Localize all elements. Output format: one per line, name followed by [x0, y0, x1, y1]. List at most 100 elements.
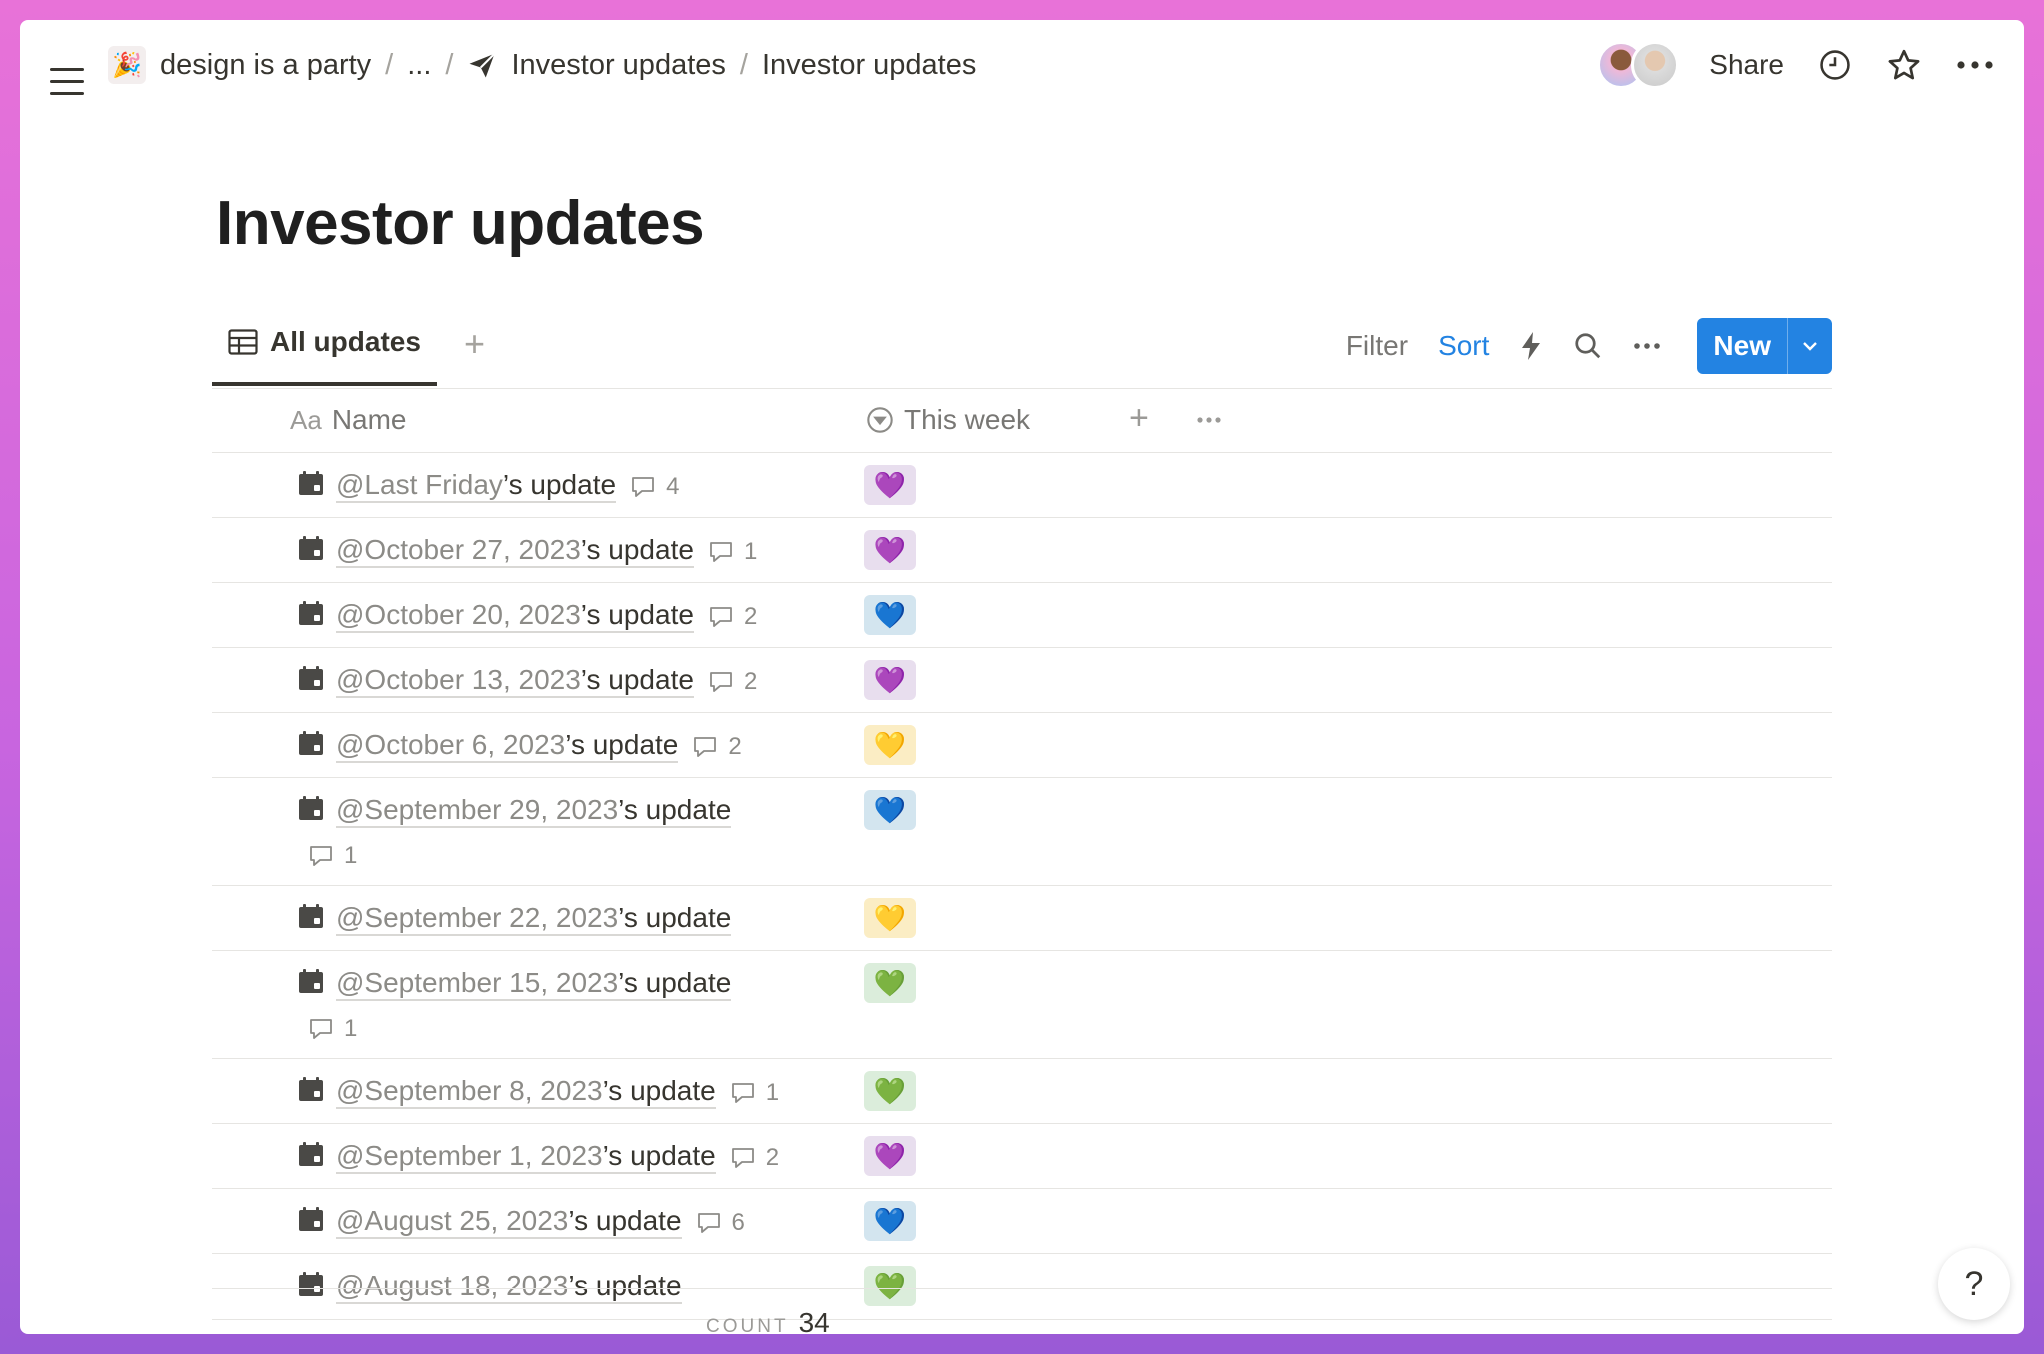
table-row[interactable]: @September 29, 2023’s update 1 💙 [212, 778, 1832, 886]
heart-emoji-tag: 💙 [864, 790, 916, 830]
help-button[interactable]: ? [1938, 1248, 2010, 1320]
comment-count[interactable]: 1 [308, 838, 858, 874]
more-horizontal-icon[interactable] [1196, 388, 1222, 452]
date-mention[interactable]: @September 22, 2023 [336, 902, 618, 933]
breadcrumb-parent-page[interactable]: Investor updates [511, 49, 725, 82]
add-view-icon[interactable]: + [464, 324, 485, 364]
row-title[interactable]: @September 22, 2023’s update [336, 902, 732, 936]
more-horizontal-icon[interactable] [1956, 60, 1994, 70]
title-suffix: ’s update [602, 1075, 716, 1106]
date-mention[interactable]: @Last Friday [336, 469, 503, 500]
title-suffix: ’s update [602, 1140, 716, 1171]
sort-button[interactable]: Sort [1438, 330, 1489, 362]
row-title[interactable]: @August 25, 2023’s update [336, 1205, 682, 1239]
cell-name[interactable]: @September 15, 2023’s update 1 [298, 965, 858, 1047]
comment-icon [708, 670, 744, 694]
cell-name[interactable]: @October 20, 2023’s update 2 [298, 597, 858, 635]
cell-this-week[interactable]: 💜 [864, 1136, 916, 1176]
date-mention[interactable]: @October 13, 2023 [336, 664, 581, 695]
hamburger-menu-icon[interactable] [50, 68, 84, 104]
date-mention[interactable]: @September 29, 2023 [336, 794, 618, 825]
search-icon[interactable] [1573, 331, 1603, 361]
date-mention[interactable]: @September 15, 2023 [336, 967, 618, 998]
date-mention[interactable]: @August 25, 2023 [336, 1205, 568, 1236]
star-icon[interactable] [1886, 47, 1922, 83]
add-property-icon[interactable]: + [1129, 398, 1149, 438]
cell-name[interactable]: @September 22, 2023’s update [298, 900, 858, 938]
cell-name[interactable]: @Last Friday’s update 4 [298, 467, 858, 505]
chevron-down-icon[interactable] [1787, 318, 1832, 374]
cell-name[interactable]: @October 13, 2023’s update 2 [298, 662, 858, 700]
breadcrumb-ellipsis[interactable]: ... [407, 49, 431, 82]
avatar[interactable] [1631, 41, 1680, 89]
table-header: Aa Name This week + [212, 388, 1832, 453]
table-row[interactable]: @September 8, 2023’s update 1 💚 [212, 1059, 1832, 1124]
row-title[interactable]: @September 1, 2023’s update [336, 1140, 716, 1174]
row-title[interactable]: @October 13, 2023’s update [336, 664, 694, 698]
cell-this-week[interactable]: 💛 [864, 725, 916, 765]
row-title[interactable]: @September 29, 2023’s update [336, 794, 732, 828]
clock-icon[interactable] [1818, 48, 1852, 82]
comment-count[interactable]: 6 [696, 1205, 745, 1241]
cell-this-week[interactable]: 💙 [864, 790, 916, 830]
comment-count[interactable]: 1 [708, 534, 757, 570]
comment-count[interactable]: 4 [630, 469, 679, 505]
cell-this-week[interactable]: 💜 [864, 660, 916, 700]
cell-this-week[interactable]: 💜 [864, 530, 916, 570]
comment-count[interactable]: 1 [308, 1011, 858, 1047]
cell-this-week[interactable]: 💚 [864, 963, 916, 1003]
comment-count-value: 2 [743, 602, 758, 630]
breadcrumb-current-page[interactable]: Investor updates [762, 49, 976, 82]
share-button[interactable]: Share [1709, 49, 1784, 81]
breadcrumb-workspace[interactable]: design is a party [160, 49, 371, 82]
lightning-icon[interactable] [1519, 331, 1543, 361]
table-row[interactable]: @October 20, 2023’s update 2 💙 [212, 583, 1832, 648]
cell-this-week[interactable]: 💙 [864, 1201, 916, 1241]
row-title[interactable]: @October 20, 2023’s update [336, 599, 694, 633]
row-title[interactable]: @September 8, 2023’s update [336, 1075, 716, 1109]
cell-name[interactable]: @October 6, 2023’s update 2 [298, 727, 858, 765]
date-mention[interactable]: @October 20, 2023 [336, 599, 581, 630]
cell-name[interactable]: @September 29, 2023’s update 1 [298, 792, 858, 874]
tab-all-updates[interactable]: All updates [212, 302, 437, 386]
row-title[interactable]: @Last Friday’s update [336, 469, 617, 503]
table-row[interactable]: @October 27, 2023’s update 1 💜 [212, 518, 1832, 583]
breadcrumb-separator: / [739, 48, 748, 81]
cell-name[interactable]: @October 27, 2023’s update 1 [298, 532, 858, 570]
table-row[interactable]: @September 15, 2023’s update 1 💚 [212, 951, 1832, 1059]
table-row[interactable]: @October 13, 2023’s update 2 💜 [212, 648, 1832, 713]
more-horizontal-icon[interactable] [1633, 342, 1661, 350]
cell-name[interactable]: @September 8, 2023’s update 1 [298, 1073, 858, 1111]
comment-count[interactable]: 2 [692, 729, 742, 765]
table-row[interactable]: @Last Friday’s update 4 💜 [212, 453, 1832, 518]
table-row[interactable]: @September 22, 2023’s update 💛 [212, 886, 1832, 951]
cell-name[interactable]: @August 25, 2023’s update 6 [298, 1203, 858, 1241]
date-mention[interactable]: @September 8, 2023 [336, 1075, 603, 1106]
row-title[interactable]: @October 27, 2023’s update [336, 534, 694, 568]
table-row[interactable]: @September 1, 2023’s update 2 💜 [212, 1124, 1832, 1189]
comment-count[interactable]: 2 [708, 599, 757, 635]
cell-this-week[interactable]: 💛 [864, 898, 916, 938]
collaborator-avatars[interactable] [1597, 41, 1680, 89]
column-header-this-week[interactable]: This week [866, 388, 1030, 452]
comment-count[interactable]: 2 [708, 664, 757, 700]
row-title[interactable]: @September 15, 2023’s update [336, 967, 732, 1001]
comment-count[interactable]: 2 [730, 1140, 779, 1176]
row-title[interactable]: @October 6, 2023’s update [336, 729, 679, 763]
filter-button[interactable]: Filter [1346, 330, 1408, 362]
date-mention[interactable]: @September 1, 2023 [336, 1140, 603, 1171]
table-row[interactable]: @October 6, 2023’s update 2 💛 [212, 713, 1832, 778]
count-value: 34 [798, 1307, 830, 1334]
comment-count[interactable]: 1 [730, 1075, 779, 1111]
cell-this-week[interactable]: 💚 [864, 1071, 916, 1111]
date-mention[interactable]: @October 6, 2023 [336, 729, 565, 760]
cell-this-week[interactable]: 💙 [864, 595, 916, 635]
column-header-name[interactable]: Aa Name [290, 388, 407, 452]
comment-count-value: 1 [344, 1014, 358, 1042]
table-row[interactable]: @August 25, 2023’s update 6 💙 [212, 1189, 1832, 1254]
new-button[interactable]: New [1697, 318, 1787, 374]
heart-icon: 💙 [873, 599, 907, 630]
cell-this-week[interactable]: 💜 [864, 465, 916, 505]
cell-name[interactable]: @September 1, 2023’s update 2 [298, 1138, 858, 1176]
date-mention[interactable]: @October 27, 2023 [336, 534, 581, 565]
